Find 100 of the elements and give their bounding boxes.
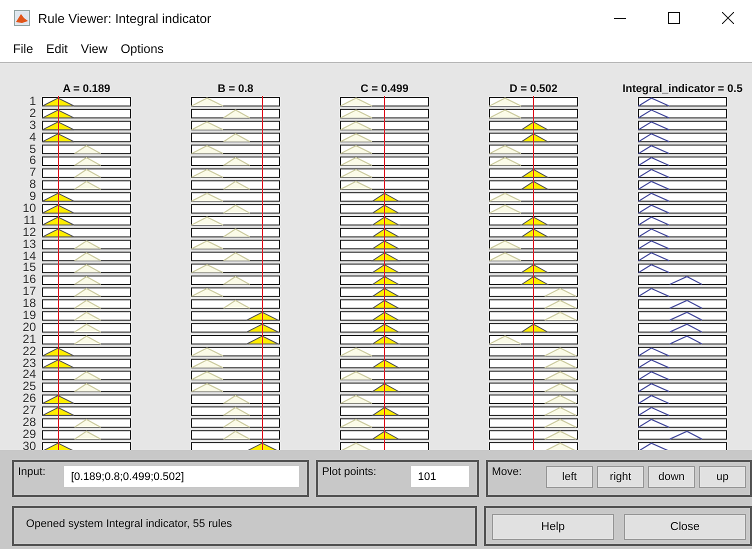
membership-function-plot[interactable] xyxy=(191,358,280,368)
membership-function-plot[interactable] xyxy=(489,323,578,333)
membership-function-plot[interactable] xyxy=(340,370,429,380)
membership-function-plot[interactable] xyxy=(340,394,429,404)
membership-function-plot[interactable] xyxy=(191,192,280,202)
dialog-button[interactable]: Help xyxy=(492,514,614,540)
menu-item[interactable]: Edit xyxy=(41,42,76,56)
membership-function-plot[interactable] xyxy=(489,346,578,356)
membership-function-plot[interactable] xyxy=(489,228,578,238)
membership-function-plot[interactable] xyxy=(638,120,727,130)
membership-function-plot[interactable] xyxy=(340,382,429,392)
membership-function-plot[interactable] xyxy=(638,264,727,274)
membership-function-plot[interactable] xyxy=(489,370,578,380)
membership-function-plot[interactable] xyxy=(489,335,578,345)
membership-function-plot[interactable] xyxy=(638,132,727,142)
membership-function-plot[interactable] xyxy=(340,168,429,178)
membership-function-plot[interactable] xyxy=(340,442,429,450)
membership-function-plot[interactable] xyxy=(489,382,578,392)
membership-function-plot[interactable] xyxy=(489,156,578,166)
membership-function-plot[interactable] xyxy=(340,430,429,440)
menu-item[interactable]: Options xyxy=(116,42,172,56)
membership-function-plot[interactable] xyxy=(638,108,727,118)
membership-function-plot[interactable] xyxy=(42,358,131,368)
membership-function-plot[interactable] xyxy=(489,180,578,190)
input-value-line[interactable] xyxy=(58,96,60,450)
membership-function-plot[interactable] xyxy=(42,216,131,226)
membership-function-plot[interactable] xyxy=(489,430,578,440)
membership-function-plot[interactable] xyxy=(489,394,578,404)
membership-function-plot[interactable] xyxy=(340,287,429,297)
membership-function-plot[interactable] xyxy=(340,192,429,202)
membership-function-plot[interactable] xyxy=(340,264,429,274)
membership-function-plot[interactable] xyxy=(191,394,280,404)
membership-function-plot[interactable] xyxy=(340,406,429,416)
membership-function-plot[interactable] xyxy=(340,252,429,262)
membership-function-plot[interactable] xyxy=(191,216,280,226)
membership-function-plot[interactable] xyxy=(191,228,280,238)
membership-function-plot[interactable] xyxy=(340,180,429,190)
membership-function-plot[interactable] xyxy=(42,228,131,238)
menu-item[interactable]: File xyxy=(8,42,42,56)
membership-function-plot[interactable] xyxy=(638,382,727,392)
membership-function-plot[interactable] xyxy=(489,204,578,214)
input-value-line[interactable] xyxy=(262,96,263,450)
membership-function-plot[interactable] xyxy=(489,144,578,154)
membership-function-plot[interactable] xyxy=(638,346,727,356)
membership-function-plot[interactable] xyxy=(340,216,429,226)
input-value-line[interactable] xyxy=(533,96,534,450)
membership-function-plot[interactable] xyxy=(638,180,727,190)
membership-function-plot[interactable] xyxy=(42,311,131,321)
membership-function-plot[interactable] xyxy=(42,382,131,392)
membership-function-plot[interactable] xyxy=(340,358,429,368)
input-value-line[interactable] xyxy=(384,96,385,450)
membership-function-plot[interactable] xyxy=(191,442,280,450)
membership-function-plot[interactable] xyxy=(191,97,280,107)
menu-item[interactable]: View xyxy=(76,42,116,56)
membership-function-plot[interactable] xyxy=(489,132,578,142)
close-icon[interactable] xyxy=(722,12,734,24)
membership-function-plot[interactable] xyxy=(191,240,280,250)
dialog-button[interactable]: Close xyxy=(624,514,746,540)
membership-function-plot[interactable] xyxy=(42,240,131,250)
membership-function-plot[interactable] xyxy=(191,168,280,178)
membership-function-plot[interactable] xyxy=(340,311,429,321)
membership-function-plot[interactable] xyxy=(638,276,727,286)
membership-function-plot[interactable] xyxy=(191,252,280,262)
membership-function-plot[interactable] xyxy=(489,120,578,130)
membership-function-plot[interactable] xyxy=(340,228,429,238)
membership-function-plot[interactable] xyxy=(489,442,578,450)
input-field[interactable]: [0.189;0.8;0.499;0.502] xyxy=(64,466,299,487)
membership-function-plot[interactable] xyxy=(42,264,131,274)
membership-function-plot[interactable] xyxy=(191,311,280,321)
membership-function-plot[interactable] xyxy=(191,144,280,154)
membership-function-plot[interactable] xyxy=(638,97,727,107)
membership-function-plot[interactable] xyxy=(42,287,131,297)
membership-function-plot[interactable] xyxy=(489,358,578,368)
membership-function-plot[interactable] xyxy=(638,430,727,440)
membership-function-plot[interactable] xyxy=(191,346,280,356)
membership-function-plot[interactable] xyxy=(638,144,727,154)
membership-function-plot[interactable] xyxy=(489,108,578,118)
membership-function-plot[interactable] xyxy=(340,335,429,344)
membership-function-plot[interactable] xyxy=(638,168,727,178)
membership-function-plot[interactable] xyxy=(191,264,280,274)
membership-function-plot[interactable] xyxy=(638,358,727,368)
membership-function-plot[interactable] xyxy=(340,97,429,107)
membership-function-plot[interactable] xyxy=(42,406,131,416)
membership-function-plot[interactable] xyxy=(340,418,429,428)
membership-function-plot[interactable] xyxy=(42,299,131,309)
membership-function-plot[interactable] xyxy=(191,430,280,440)
membership-function-plot[interactable] xyxy=(191,108,280,118)
membership-function-plot[interactable] xyxy=(340,323,429,333)
membership-function-plot[interactable] xyxy=(191,156,280,166)
move-button[interactable]: up xyxy=(699,466,746,488)
membership-function-plot[interactable] xyxy=(340,240,429,250)
membership-function-plot[interactable] xyxy=(638,240,727,250)
membership-function-plot[interactable] xyxy=(191,120,280,130)
membership-function-plot[interactable] xyxy=(489,406,578,416)
membership-function-plot[interactable] xyxy=(489,240,578,250)
membership-function-plot[interactable] xyxy=(42,156,131,166)
membership-function-plot[interactable] xyxy=(638,323,727,333)
membership-function-plot[interactable] xyxy=(42,204,131,214)
membership-function-plot[interactable] xyxy=(638,228,727,238)
membership-function-plot[interactable] xyxy=(42,120,131,130)
